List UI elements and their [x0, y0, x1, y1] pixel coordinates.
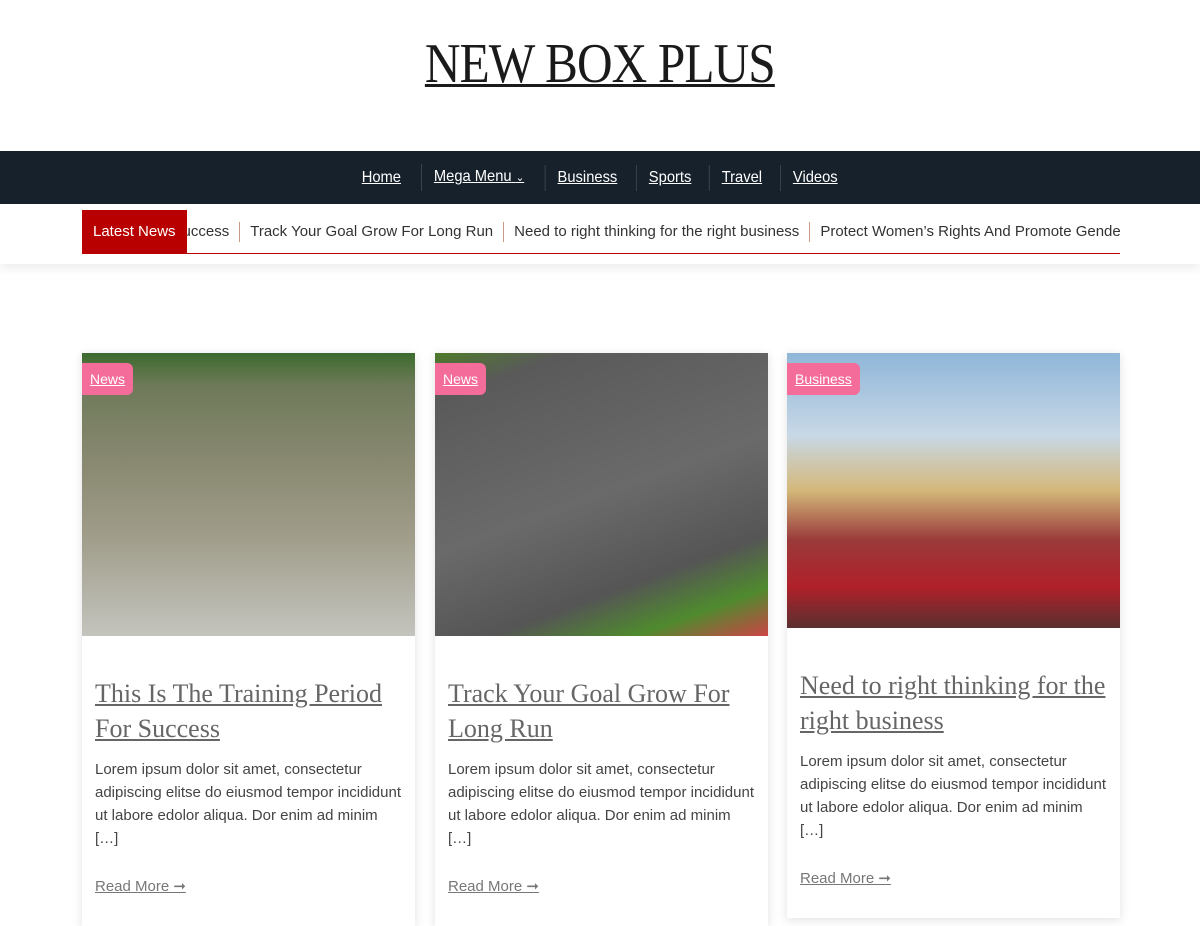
post-image-rally[interactable]: Business	[787, 353, 1120, 628]
post-image-soldiers[interactable]: News	[82, 353, 415, 636]
post-excerpt: Lorem ipsum dolor sit amet, consectetur …	[95, 761, 402, 847]
post-title[interactable]: This Is The Training Period For Success	[95, 679, 382, 743]
ticker-item[interactable]: Track Your Goal Grow For Long Run	[239, 221, 503, 242]
nav-label: Mega Menu	[433, 168, 512, 185]
ticker-item[interactable]: Protect Women’s Rights And Promote Gende…	[809, 221, 1120, 242]
nav-videos[interactable]: Videos	[780, 164, 850, 191]
latest-news-label: Latest News	[82, 210, 187, 253]
nav-mega-menu[interactable]: Mega Menu ⌄	[420, 164, 536, 191]
post-title[interactable]: Track Your Goal Grow For Long Run	[448, 679, 729, 743]
post-image-motorcycles[interactable]: News	[435, 353, 768, 636]
nav-travel[interactable]: Travel	[709, 164, 774, 191]
post-card: News This Is The Training Period For Suc…	[82, 353, 415, 926]
nav-home[interactable]: Home	[350, 165, 413, 191]
post-card: Business Need to right thinking for the …	[787, 353, 1120, 918]
post-excerpt: Lorem ipsum dolor sit amet, consectetur …	[448, 761, 755, 847]
site-header: NEW BOX PLUS	[0, 32, 1200, 96]
site-title-link[interactable]: NEW BOX PLUS	[425, 32, 776, 96]
post-title[interactable]: Need to right thinking for the right bus…	[800, 671, 1105, 735]
nav-business[interactable]: Business	[544, 164, 630, 191]
latest-news-ticker: Latest News uccess Track Your Goal Grow …	[82, 210, 1120, 254]
post-card: News Track Your Goal Grow For Long Run L…	[435, 353, 768, 926]
ticker-item[interactable]: Need to right thinking for the right bus…	[503, 221, 809, 242]
category-tag[interactable]: Business	[787, 363, 860, 395]
read-more-link[interactable]: Read More ➞	[448, 877, 539, 895]
ticker-bar: Latest News uccess Track Your Goal Grow …	[0, 204, 1200, 264]
category-tag[interactable]: News	[435, 363, 487, 395]
read-more-link[interactable]: Read More ➞	[95, 877, 186, 895]
read-more-link[interactable]: Read More ➞	[800, 869, 891, 887]
post-excerpt: Lorem ipsum dolor sit amet, consectetur …	[800, 753, 1107, 839]
main-nav: Home Mega Menu ⌄ Business Sports Travel …	[0, 151, 1200, 204]
nav-sports[interactable]: Sports	[635, 164, 703, 191]
chevron-down-icon: ⌄	[515, 172, 525, 184]
category-tag[interactable]: News	[82, 363, 134, 395]
